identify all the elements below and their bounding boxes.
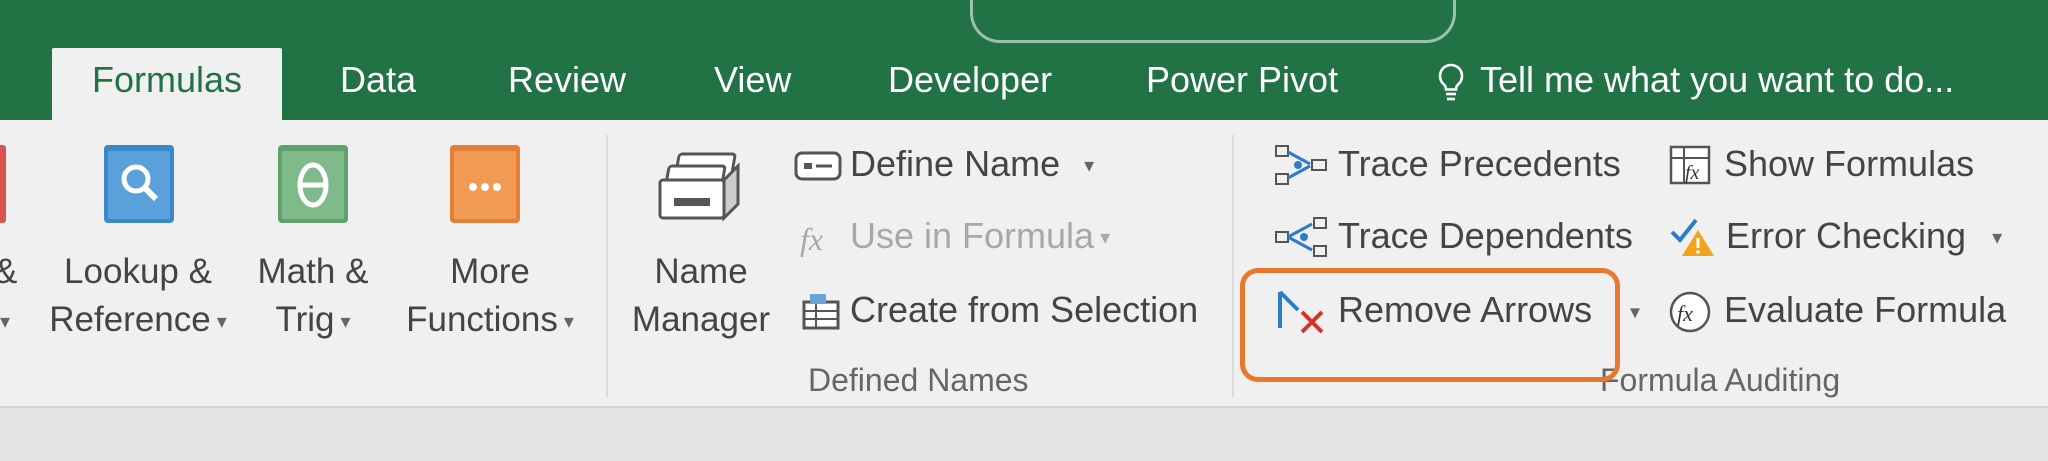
tell-me-label: Tell me what you want to do... bbox=[1480, 59, 1955, 100]
error-checking-label: Error Checking bbox=[1726, 215, 1967, 256]
math-line1: Math & bbox=[257, 252, 369, 291]
tell-me-search[interactable]: Tell me what you want to do... bbox=[1436, 48, 1954, 120]
tab-formulas[interactable]: Formulas bbox=[52, 48, 283, 120]
math-line2: Trig bbox=[275, 300, 335, 339]
evaluate-formula-icon: fx bbox=[1669, 292, 1711, 333]
trace-precedents-icon bbox=[1275, 145, 1327, 186]
chevron-down-icon: ▾ bbox=[1630, 301, 1641, 324]
group-label-defined-names: Defined Names bbox=[808, 362, 1029, 398]
tab-data[interactable]: Data bbox=[340, 48, 416, 120]
more-functions-icon bbox=[448, 143, 524, 232]
lookup-line2: Reference bbox=[49, 300, 211, 339]
ribbon-bottom-bar bbox=[0, 406, 2048, 461]
chevron-down-icon: ▾ bbox=[1100, 227, 1111, 250]
create-from-selection-label: Create from Selection bbox=[850, 289, 1199, 330]
show-formulas-label: Show Formulas bbox=[1724, 143, 1975, 184]
chevron-down-icon: ▾ bbox=[340, 310, 351, 333]
group-label-formula-auditing: Formula Auditing bbox=[1600, 362, 1841, 398]
chevron-down-icon: ▾ bbox=[1992, 227, 2003, 250]
define-name-label: Define Name bbox=[850, 143, 1061, 184]
evaluate-formula-label: Evaluate Formula bbox=[1724, 289, 2007, 330]
math-trig-icon bbox=[276, 143, 352, 232]
use-in-formula-button[interactable]: fx Use in Formula ▾ bbox=[798, 208, 1110, 264]
trace-dependents-label: Trace Dependents bbox=[1338, 215, 1633, 256]
create-from-selection-button[interactable]: Create from Selection bbox=[800, 282, 1198, 338]
chevron-down-icon: ▾ bbox=[1084, 155, 1095, 178]
trace-dependents-icon bbox=[1275, 217, 1327, 258]
show-formulas-button[interactable]: fx Show Formulas bbox=[1668, 136, 1974, 192]
lookup-reference-button[interactable]: Lookup & Reference ▾ bbox=[48, 248, 228, 346]
group-separator bbox=[1232, 135, 1234, 397]
tab-power-pivot[interactable]: Power Pivot bbox=[1146, 48, 1338, 120]
tab-review[interactable]: Review bbox=[508, 48, 626, 120]
show-formulas-icon: fx bbox=[1669, 146, 1711, 185]
trace-dependents-button[interactable]: Trace Dependents bbox=[1274, 208, 1633, 264]
window-title-fragment bbox=[970, 0, 1456, 43]
trace-precedents-label: Trace Precedents bbox=[1338, 143, 1621, 184]
function-category-icon bbox=[0, 145, 8, 228]
error-checking-button[interactable]: Error Checking ▾ bbox=[1668, 208, 2002, 264]
more-line1: More bbox=[450, 252, 530, 291]
evaluate-formula-button[interactable]: fx Evaluate Formula bbox=[1668, 282, 2006, 338]
function-category-button-partial[interactable]: & ▾ bbox=[0, 248, 34, 346]
svg-text:fx: fx bbox=[800, 221, 823, 257]
define-name-button[interactable]: Define Name ▾ bbox=[794, 136, 1094, 192]
more-line2: Functions bbox=[406, 300, 558, 339]
tab-view[interactable]: View bbox=[714, 48, 791, 120]
name-manager-line2: Manager bbox=[631, 300, 771, 339]
tab-developer[interactable]: Developer bbox=[888, 48, 1052, 120]
name-manager-icon bbox=[654, 150, 750, 231]
chevron-down-icon: ▾ bbox=[216, 310, 227, 333]
name-manager-line1: Name bbox=[654, 252, 748, 291]
lookup-reference-icon bbox=[102, 143, 178, 232]
error-checking-icon bbox=[1670, 219, 1714, 257]
highlight-annotation bbox=[1240, 268, 1620, 382]
svg-text:fx: fx bbox=[1685, 162, 1700, 184]
chevron-down-icon: ▾ bbox=[563, 310, 574, 333]
lookup-line1: Lookup & bbox=[64, 252, 212, 291]
group-separator bbox=[606, 135, 608, 397]
remove-arrows-dropdown[interactable]: ▾ bbox=[1630, 282, 1640, 338]
trace-precedents-button[interactable]: Trace Precedents bbox=[1274, 136, 1621, 192]
partial-line1: & bbox=[0, 248, 34, 296]
more-functions-button[interactable]: More Functions ▾ bbox=[392, 248, 588, 346]
define-name-icon bbox=[794, 151, 842, 181]
fx-icon: fx bbox=[800, 221, 823, 257]
create-from-selection-icon bbox=[802, 294, 840, 330]
lightbulb-icon bbox=[1438, 64, 1464, 101]
chevron-down-icon: ▾ bbox=[0, 310, 11, 333]
name-manager-button[interactable]: Name Manager bbox=[626, 248, 776, 344]
math-trig-button[interactable]: Math & Trig ▾ bbox=[238, 248, 388, 346]
use-in-formula-label: Use in Formula bbox=[850, 215, 1095, 256]
svg-text:fx: fx bbox=[1677, 301, 1693, 326]
